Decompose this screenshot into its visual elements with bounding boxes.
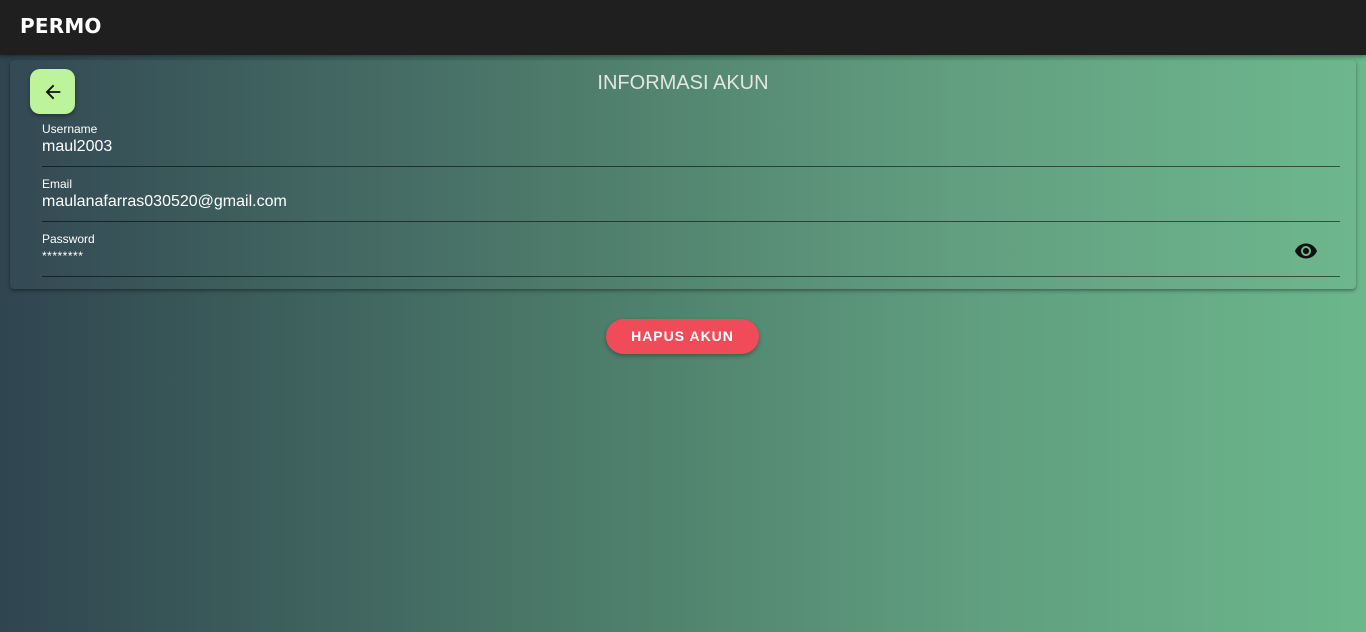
page-title: INFORMASI AKUN bbox=[597, 72, 769, 94]
email-field[interactable]: Email maulanafarras030520@gmail.com bbox=[42, 170, 1340, 222]
password-label: Password bbox=[42, 232, 95, 246]
email-label: Email bbox=[42, 177, 73, 191]
username-value: maul2003 bbox=[42, 138, 113, 155]
delete-account-button[interactable]: HAPUS AKUN bbox=[606, 319, 759, 354]
password-field[interactable]: Password ******** bbox=[42, 225, 1340, 277]
account-info-card: INFORMASI AKUN Username maul2003 Email m… bbox=[10, 60, 1356, 289]
email-value: maulanafarras030520@gmail.com bbox=[42, 193, 287, 210]
username-label: Username bbox=[42, 122, 98, 136]
password-value: ******** bbox=[42, 249, 84, 263]
username-field[interactable]: Username maul2003 bbox=[42, 115, 1340, 167]
app-header: PERMO bbox=[0, 0, 1366, 55]
app-brand[interactable]: PERMO bbox=[20, 14, 102, 38]
eye-icon[interactable] bbox=[1294, 239, 1318, 263]
